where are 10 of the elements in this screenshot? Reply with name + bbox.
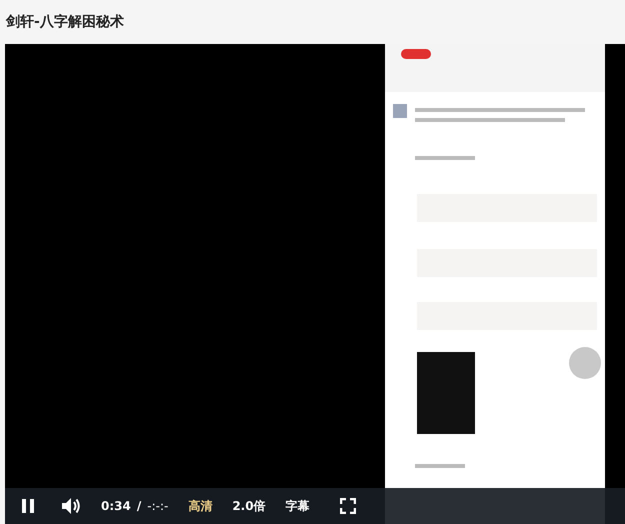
video-title: 剑轩-八字解困秘术 <box>6 13 124 31</box>
player-option-button[interactable]: 字幕 <box>286 498 310 514</box>
pause-button[interactable] <box>21 498 35 514</box>
player-option-button[interactable]: 2.0倍 <box>232 498 266 514</box>
duration: -:-:- <box>147 499 168 513</box>
volume-button[interactable] <box>61 497 81 515</box>
player-option-button[interactable]: 高清 <box>188 498 212 514</box>
current-time: 0:34 <box>101 499 131 513</box>
fullscreen-button[interactable] <box>340 498 356 514</box>
time-separator: / <box>136 499 142 513</box>
